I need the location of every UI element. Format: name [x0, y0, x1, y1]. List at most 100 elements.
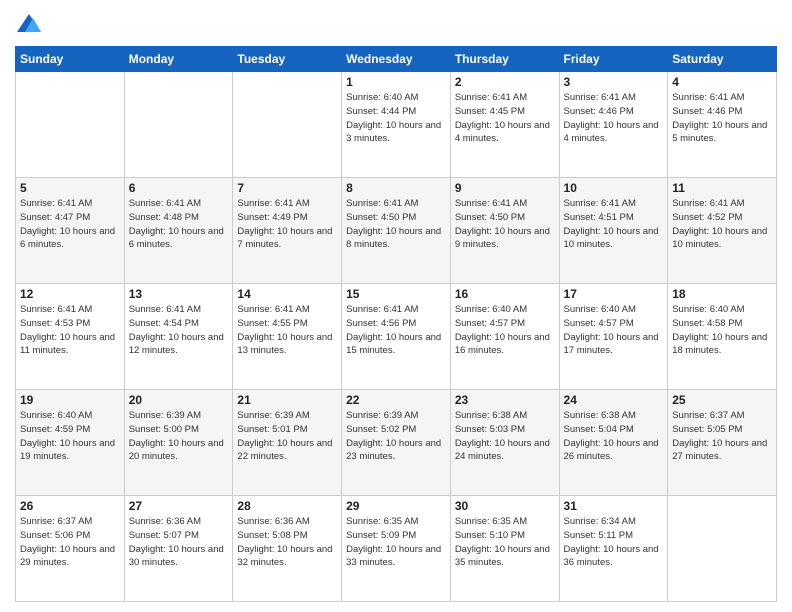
day-number: 9 — [455, 181, 555, 195]
day-info: Sunrise: 6:38 AM Sunset: 5:03 PM Dayligh… — [455, 409, 555, 464]
day-number: 31 — [564, 499, 664, 513]
day-number: 23 — [455, 393, 555, 407]
calendar-table: SundayMondayTuesdayWednesdayThursdayFrid… — [15, 46, 777, 602]
calendar-week-row: 12 Sunrise: 6:41 AM Sunset: 4:53 PM Dayli… — [16, 284, 777, 390]
day-info: Sunrise: 6:41 AM Sunset: 4:54 PM Dayligh… — [129, 303, 229, 358]
day-info: Sunrise: 6:36 AM Sunset: 5:07 PM Dayligh… — [129, 515, 229, 570]
calendar-cell: 2 Sunrise: 6:41 AM Sunset: 4:45 PM Daylig… — [450, 72, 559, 178]
day-number: 6 — [129, 181, 229, 195]
calendar-cell: 26 Sunrise: 6:37 AM Sunset: 5:06 PM Dayli… — [16, 496, 125, 602]
calendar-cell — [16, 72, 125, 178]
day-info: Sunrise: 6:35 AM Sunset: 5:09 PM Dayligh… — [346, 515, 446, 570]
day-number: 24 — [564, 393, 664, 407]
day-number: 20 — [129, 393, 229, 407]
calendar-cell: 17Sunrise: 6:40 AM Sunset: 4:57 PM Dayli… — [559, 284, 668, 390]
day-number: 15 — [346, 287, 446, 301]
calendar-cell: 29 Sunrise: 6:35 AM Sunset: 5:09 PM Dayli… — [342, 496, 451, 602]
calendar-cell: 27 Sunrise: 6:36 AM Sunset: 5:07 PM Dayli… — [124, 496, 233, 602]
logo — [15, 10, 47, 38]
calendar-col-header: Monday — [124, 47, 233, 72]
day-number: 18 — [672, 287, 772, 301]
day-number: 26 — [20, 499, 120, 513]
calendar-week-row: 5 Sunrise: 6:41 AM Sunset: 4:47 PM Daylig… — [16, 178, 777, 284]
calendar-cell: 3 Sunrise: 6:41 AM Sunset: 4:46 PM Daylig… — [559, 72, 668, 178]
calendar-cell: 18 Sunrise: 6:40 AM Sunset: 4:58 PM Dayli… — [668, 284, 777, 390]
day-number: 3 — [564, 75, 664, 89]
calendar-week-row: 1Sunrise: 6:40 AM Sunset: 4:44 PM Daylig… — [16, 72, 777, 178]
calendar-cell: 14Sunrise: 6:41 AM Sunset: 4:55 PM Dayli… — [233, 284, 342, 390]
day-number: 16 — [455, 287, 555, 301]
calendar-col-header: Friday — [559, 47, 668, 72]
day-number: 30 — [455, 499, 555, 513]
calendar-cell: 23 Sunrise: 6:38 AM Sunset: 5:03 PM Dayli… — [450, 390, 559, 496]
day-info: Sunrise: 6:41 AM Sunset: 4:48 PM Dayligh… — [129, 197, 229, 252]
calendar-header-row: SundayMondayTuesdayWednesdayThursdayFrid… — [16, 47, 777, 72]
day-info: Sunrise: 6:37 AM Sunset: 5:06 PM Dayligh… — [20, 515, 120, 570]
calendar-week-row: 19 Sunrise: 6:40 AM Sunset: 4:59 PM Dayli… — [16, 390, 777, 496]
day-info: Sunrise: 6:41 AM Sunset: 4:46 PM Dayligh… — [672, 91, 772, 146]
day-info: Sunrise: 6:41 AM Sunset: 4:56 PM Dayligh… — [346, 303, 446, 358]
calendar-cell: 12 Sunrise: 6:41 AM Sunset: 4:53 PM Dayli… — [16, 284, 125, 390]
calendar-col-header: Sunday — [16, 47, 125, 72]
day-info: Sunrise: 6:41 AM Sunset: 4:53 PM Dayligh… — [20, 303, 120, 358]
calendar-cell: 15 Sunrise: 6:41 AM Sunset: 4:56 PM Dayli… — [342, 284, 451, 390]
day-number: 5 — [20, 181, 120, 195]
day-info: Sunrise: 6:35 AM Sunset: 5:10 PM Dayligh… — [455, 515, 555, 570]
day-info: Sunrise: 6:41 AM Sunset: 4:50 PM Dayligh… — [455, 197, 555, 252]
day-number: 13 — [129, 287, 229, 301]
calendar-cell: 16 Sunrise: 6:40 AM Sunset: 4:57 PM Dayli… — [450, 284, 559, 390]
day-info: Sunrise: 6:41 AM Sunset: 4:52 PM Dayligh… — [672, 197, 772, 252]
calendar-cell — [124, 72, 233, 178]
day-number: 11 — [672, 181, 772, 195]
day-info: Sunrise: 6:41 AM Sunset: 4:45 PM Dayligh… — [455, 91, 555, 146]
calendar-cell: 11 Sunrise: 6:41 AM Sunset: 4:52 PM Dayli… — [668, 178, 777, 284]
day-info: Sunrise: 6:39 AM Sunset: 5:01 PM Dayligh… — [237, 409, 337, 464]
calendar-cell: 13 Sunrise: 6:41 AM Sunset: 4:54 PM Dayli… — [124, 284, 233, 390]
day-info: Sunrise: 6:40 AM Sunset: 4:58 PM Dayligh… — [672, 303, 772, 358]
day-info: Sunrise: 6:41 AM Sunset: 4:47 PM Dayligh… — [20, 197, 120, 252]
day-info: Sunrise: 6:38 AM Sunset: 5:04 PM Dayligh… — [564, 409, 664, 464]
day-info: Sunrise: 6:39 AM Sunset: 5:02 PM Dayligh… — [346, 409, 446, 464]
calendar-cell: 30 Sunrise: 6:35 AM Sunset: 5:10 PM Dayli… — [450, 496, 559, 602]
day-number: 4 — [672, 75, 772, 89]
day-info: Sunrise: 6:40 AM Sunset: 4:59 PM Dayligh… — [20, 409, 120, 464]
calendar-cell: 28Sunrise: 6:36 AM Sunset: 5:08 PM Dayli… — [233, 496, 342, 602]
calendar-cell: 8 Sunrise: 6:41 AM Sunset: 4:50 PM Daylig… — [342, 178, 451, 284]
day-number: 2 — [455, 75, 555, 89]
day-info: Sunrise: 6:41 AM Sunset: 4:46 PM Dayligh… — [564, 91, 664, 146]
day-info: Sunrise: 6:37 AM Sunset: 5:05 PM Dayligh… — [672, 409, 772, 464]
day-info: Sunrise: 6:40 AM Sunset: 4:44 PM Dayligh… — [346, 91, 446, 146]
logo-icon — [15, 10, 43, 38]
calendar-col-header: Saturday — [668, 47, 777, 72]
calendar-cell: 19 Sunrise: 6:40 AM Sunset: 4:59 PM Dayli… — [16, 390, 125, 496]
day-number: 28 — [237, 499, 337, 513]
day-number: 19 — [20, 393, 120, 407]
calendar-cell: 20Sunrise: 6:39 AM Sunset: 5:00 PM Dayli… — [124, 390, 233, 496]
day-number: 25 — [672, 393, 772, 407]
calendar-col-header: Wednesday — [342, 47, 451, 72]
day-number: 12 — [20, 287, 120, 301]
calendar-cell: 9 Sunrise: 6:41 AM Sunset: 4:50 PM Daylig… — [450, 178, 559, 284]
calendar-cell: 1Sunrise: 6:40 AM Sunset: 4:44 PM Daylig… — [342, 72, 451, 178]
day-info: Sunrise: 6:40 AM Sunset: 4:57 PM Dayligh… — [455, 303, 555, 358]
calendar-week-row: 26 Sunrise: 6:37 AM Sunset: 5:06 PM Dayli… — [16, 496, 777, 602]
calendar-cell: 22 Sunrise: 6:39 AM Sunset: 5:02 PM Dayli… — [342, 390, 451, 496]
day-number: 10 — [564, 181, 664, 195]
day-number: 8 — [346, 181, 446, 195]
calendar-col-header: Tuesday — [233, 47, 342, 72]
day-info: Sunrise: 6:41 AM Sunset: 4:50 PM Dayligh… — [346, 197, 446, 252]
day-number: 7 — [237, 181, 337, 195]
calendar-cell: 7 Sunrise: 6:41 AM Sunset: 4:49 PM Daylig… — [233, 178, 342, 284]
day-number: 22 — [346, 393, 446, 407]
day-number: 14 — [237, 287, 337, 301]
day-number: 21 — [237, 393, 337, 407]
header — [15, 10, 777, 38]
page: SundayMondayTuesdayWednesdayThursdayFrid… — [0, 0, 792, 612]
day-info: Sunrise: 6:41 AM Sunset: 4:49 PM Dayligh… — [237, 197, 337, 252]
calendar-cell — [668, 496, 777, 602]
calendar-cell: 6 Sunrise: 6:41 AM Sunset: 4:48 PM Daylig… — [124, 178, 233, 284]
day-number: 29 — [346, 499, 446, 513]
day-number: 27 — [129, 499, 229, 513]
calendar-cell: 10Sunrise: 6:41 AM Sunset: 4:51 PM Dayli… — [559, 178, 668, 284]
calendar-cell: 21 Sunrise: 6:39 AM Sunset: 5:01 PM Dayli… — [233, 390, 342, 496]
